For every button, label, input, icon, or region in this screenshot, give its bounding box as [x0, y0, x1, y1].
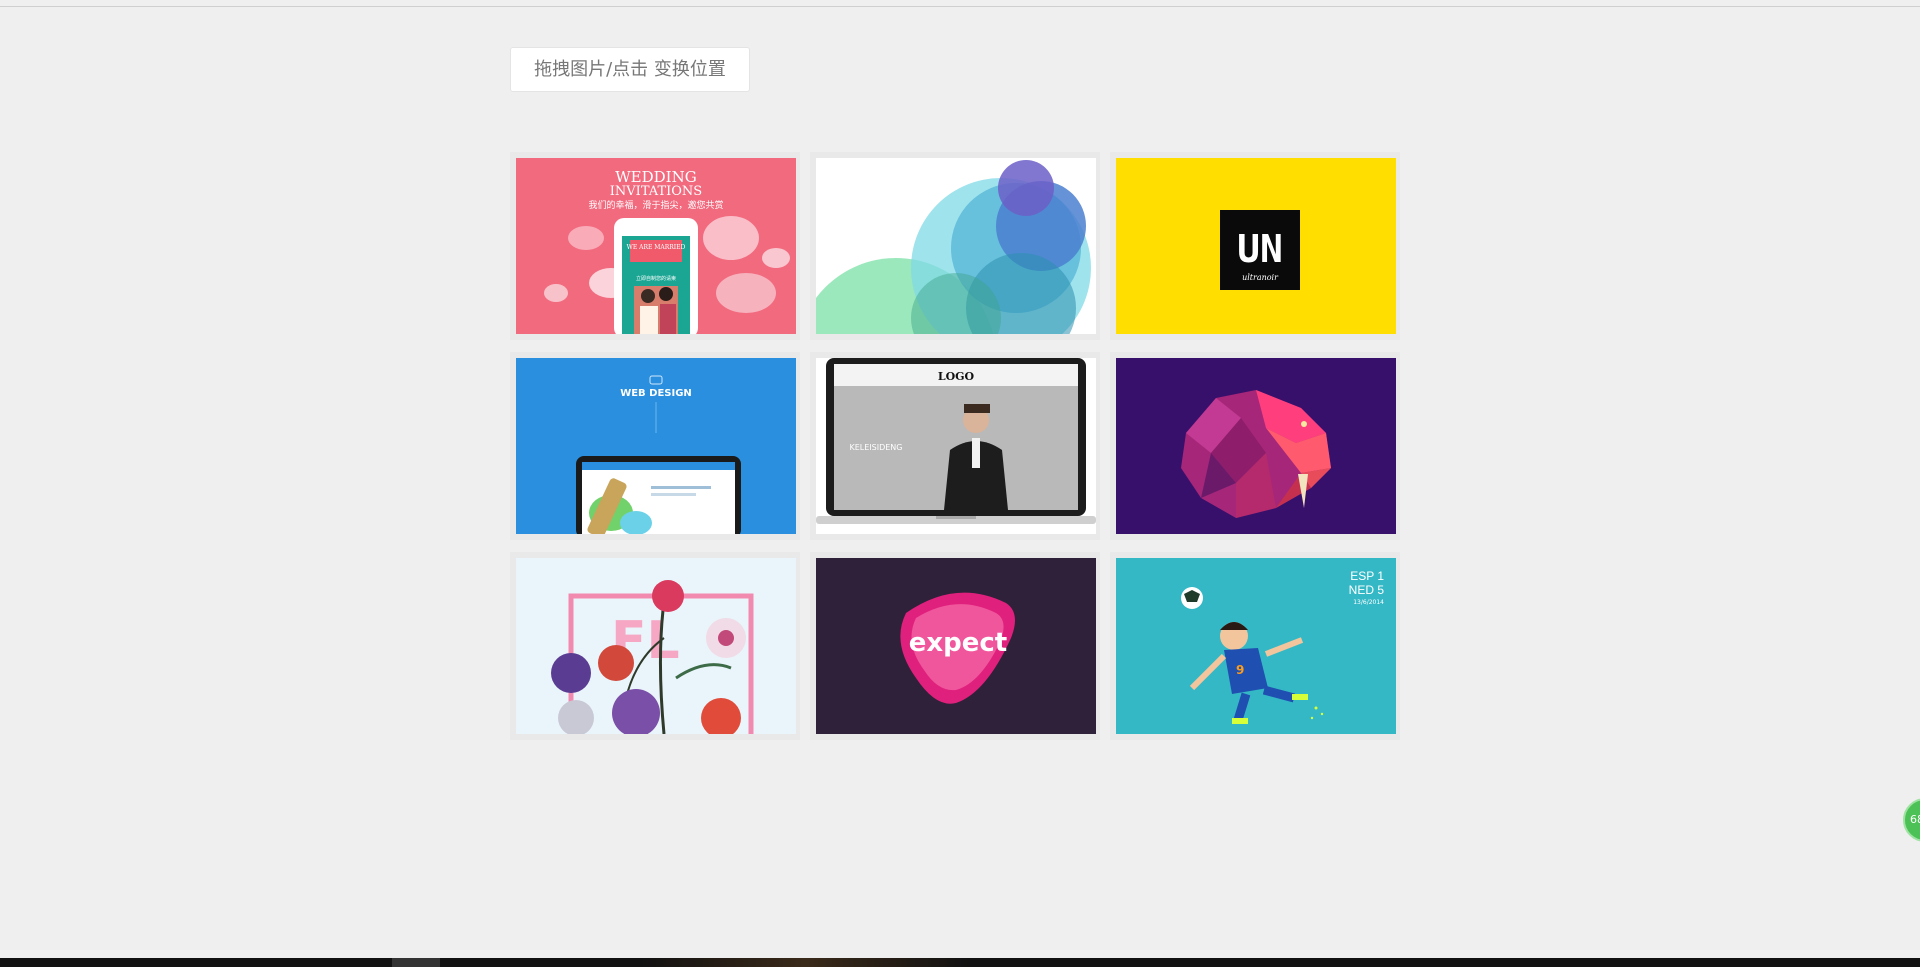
score-line-2: NED 5 [1349, 583, 1385, 597]
gallery-tile-lion[interactable] [1110, 352, 1400, 540]
expect-logo-image: expect [816, 558, 1096, 734]
gallery-tile-circles[interactable] [810, 152, 1100, 340]
floating-counter-badge[interactable]: 68 [1903, 798, 1920, 842]
gallery-tile-wedding[interactable]: WE ARE MARRIED 立即自制您的请柬 WEDDING INVITATI… [510, 152, 800, 340]
match-date: 13/6/2014 [1353, 599, 1384, 606]
laptop-brand-text: KELEISIDENG [849, 443, 902, 452]
drag-swap-button[interactable]: 拖拽图片/点击 变换位置 [510, 47, 750, 92]
ultranoir-logo-sub: ultranoir [1242, 273, 1279, 282]
footballer-illustration-image: ESP 1 NED 5 13/6/2014 9 [1116, 558, 1396, 734]
wedding-invitation-image: WE ARE MARRIED 立即自制您的请柬 WEDDING INVITATI… [516, 158, 796, 334]
ultranoir-logo-image: UN ultranoir [1116, 158, 1396, 334]
gallery-tile-expect[interactable]: expect [810, 552, 1100, 740]
laptop-logo-text: LOGO [938, 370, 975, 383]
phone-text: WE ARE MARRIED [627, 244, 686, 251]
gallery-tile-ultranoir[interactable]: UN ultranoir [1110, 152, 1400, 340]
ultranoir-logo-text: UN [1237, 227, 1283, 271]
geometric-lion-image [1116, 358, 1396, 534]
wedding-headline-2: INVITATIONS [610, 184, 702, 199]
expect-logo-text: expect [909, 628, 1008, 658]
top-divider [0, 6, 1920, 7]
taskbar [0, 958, 1920, 967]
abstract-circles-image [816, 158, 1096, 334]
laptop-fashion-image: LOGO KELEISIDENG [816, 358, 1096, 534]
webdesign-headline: WEB DESIGN [620, 388, 692, 399]
phone-caption: 立即自制您的请柬 [636, 275, 676, 282]
taskbar-glow [640, 958, 970, 967]
jersey-number: 9 [1236, 663, 1244, 677]
web-design-image: WEB DESIGN [516, 358, 796, 534]
gallery-tile-laptop[interactable]: LOGO KELEISIDENG [810, 352, 1100, 540]
score-line-1: ESP 1 [1350, 569, 1384, 583]
gallery-tile-floral[interactable]: FL [510, 552, 800, 740]
floral-typography-image: FL [516, 558, 796, 734]
gallery-tile-footballer[interactable]: ESP 1 NED 5 13/6/2014 9 [1110, 552, 1400, 740]
gallery-tile-webdesign[interactable]: WEB DESIGN [510, 352, 800, 540]
wedding-subline: 我们的幸福，滑于指尖，邀您共赏 [588, 199, 723, 211]
taskbar-segment[interactable] [392, 958, 440, 967]
